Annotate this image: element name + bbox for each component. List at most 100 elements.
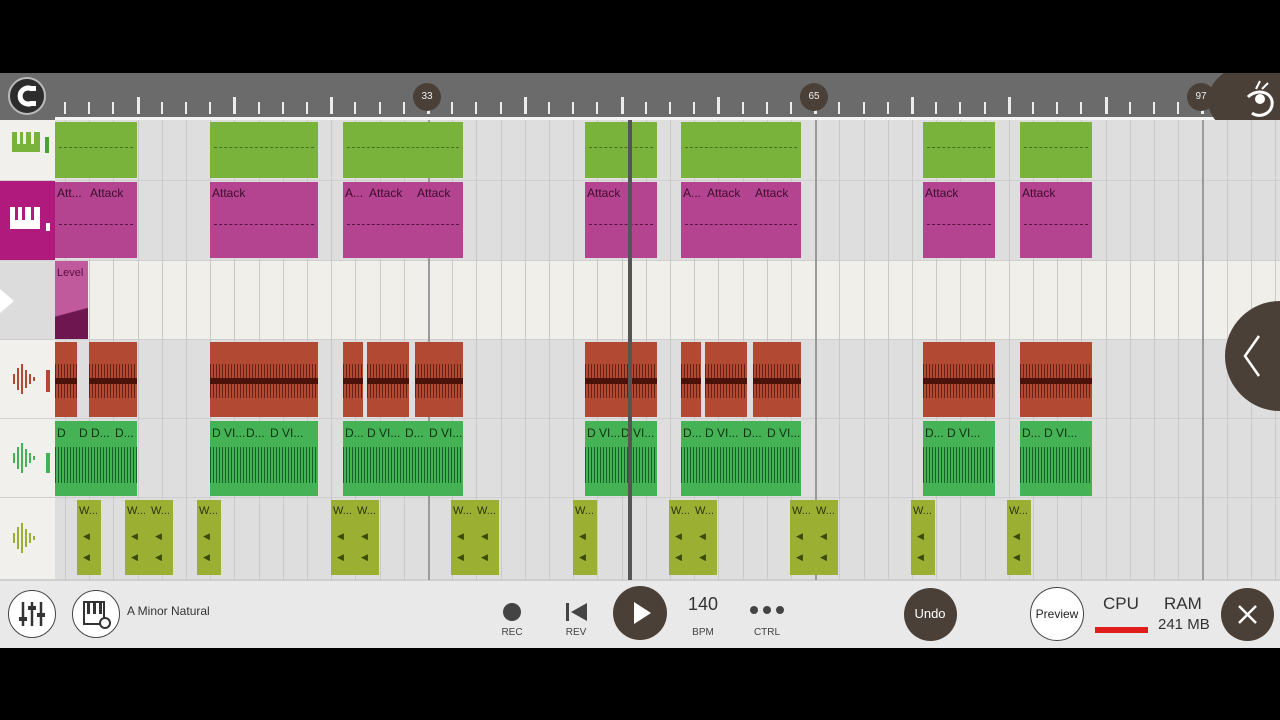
clip-label: D...	[91, 426, 110, 440]
undo-button[interactable]: Undo	[904, 588, 957, 641]
audio-clip[interactable]: W... ◀ ◀ ◀ W... ◀ ◀ ◀	[790, 500, 838, 575]
audio-clip[interactable]: D VI... D... D VI...	[210, 421, 318, 496]
audio-clip[interactable]: W... ◀ ◀ ◀ W... ◀ ◀ ◀	[331, 500, 379, 575]
pattern-clip[interactable]: A... Attack Attack	[681, 182, 801, 258]
audio-clip[interactable]	[681, 342, 701, 417]
audio-clip[interactable]: D... D VI...	[923, 421, 995, 496]
audio-clip[interactable]: W... ◀ ◀ ◀	[1007, 500, 1031, 575]
pattern-clip[interactable]	[210, 122, 318, 178]
ruler-tick	[523, 97, 527, 114]
audio-clip[interactable]: D D D... D...	[55, 421, 137, 496]
track-header-drums[interactable]	[0, 340, 55, 419]
audio-clip[interactable]: W... ◀ ◀ ◀	[197, 500, 221, 575]
audio-clip[interactable]: D... D VI... D... D VI...	[681, 421, 801, 496]
preview-button[interactable]: Preview	[1030, 587, 1084, 641]
pattern-clip[interactable]	[1020, 122, 1092, 178]
snap-magnet-button[interactable]	[8, 77, 46, 115]
ruler-tick	[1056, 102, 1059, 114]
clip-label: W...	[695, 505, 714, 517]
close-button[interactable]	[1221, 588, 1274, 641]
mixer-button[interactable]	[8, 590, 56, 638]
clip-label: Attack	[212, 186, 246, 200]
mixer-sliders-icon	[19, 602, 45, 626]
clip-label: D...	[246, 426, 265, 440]
clip-label: W...	[199, 505, 218, 517]
pattern-clip[interactable]: A... Attack Attack	[343, 182, 463, 258]
bar-marker-33[interactable]: 33	[413, 83, 441, 111]
track-header-automation[interactable]	[0, 261, 55, 340]
ruler-tick	[354, 102, 357, 114]
bar-marker-65[interactable]: 65	[800, 83, 828, 111]
slice-arrow-icon: ◀ ◀ ◀	[361, 531, 368, 575]
pattern-clip[interactable]	[55, 122, 137, 178]
clip-label: D VI...	[621, 426, 655, 440]
audio-clip[interactable]: W... ◀ ◀ ◀ W... ◀ ◀ ◀	[125, 500, 173, 575]
audio-clip[interactable]: W... ◀ ◀ ◀ W... ◀ ◀ ◀	[451, 500, 499, 575]
automation-clip-level[interactable]: Level	[55, 261, 88, 339]
audio-clip[interactable]	[1020, 342, 1092, 417]
audio-clip[interactable]: D... D VI... D... D VI...	[343, 421, 463, 496]
lane-sample[interactable]	[55, 498, 1280, 580]
clip-label: D VI...	[947, 426, 981, 440]
audio-clip[interactable]	[55, 342, 77, 417]
clip-label: W...	[333, 505, 352, 517]
pattern-clip[interactable]	[923, 122, 995, 178]
track-header-synth[interactable]	[0, 120, 55, 181]
clip-label: Attack	[417, 186, 451, 200]
pattern-clip[interactable]	[585, 122, 657, 178]
ruler-tick	[959, 102, 962, 114]
pattern-clip[interactable]: Att... Attack	[55, 182, 137, 258]
audio-clip[interactable]	[923, 342, 995, 417]
audio-clip[interactable]: W... ◀ ◀ ◀	[911, 500, 935, 575]
audio-clip[interactable]	[367, 342, 409, 417]
slice-arrow-icon: ◀ ◀ ◀	[203, 531, 210, 575]
audio-clip[interactable]: D VI... D VI...	[585, 421, 657, 496]
pattern-clip[interactable]: Attack	[1020, 182, 1092, 258]
audio-clip[interactable]	[210, 342, 318, 417]
timeline-ruler[interactable]: 33 65 97	[0, 73, 1280, 138]
audio-clip[interactable]: D... D VI...	[1020, 421, 1092, 496]
waveform-icon	[13, 443, 50, 473]
track-header-sample[interactable]	[0, 498, 55, 580]
grid-line	[1178, 120, 1180, 580]
audio-clip[interactable]: W... ◀ ◀ ◀	[77, 500, 101, 575]
clip-label: W...	[453, 505, 472, 517]
pattern-clip[interactable]	[343, 122, 463, 178]
audio-clip[interactable]	[705, 342, 747, 417]
play-button[interactable]	[613, 586, 667, 640]
ruler-tick	[185, 102, 187, 114]
clip-label: D	[57, 426, 66, 440]
ram-value: 241 MB	[1158, 616, 1210, 633]
pattern-clip[interactable]: Attack	[210, 182, 318, 258]
clip-label: Attack	[925, 186, 959, 200]
tempo-label: BPM	[692, 627, 714, 638]
cpu-meter	[1095, 627, 1148, 633]
lane-automation[interactable]	[55, 261, 1280, 340]
record-icon[interactable]	[503, 603, 521, 621]
playhead[interactable]	[628, 120, 632, 580]
audio-clip[interactable]	[585, 342, 657, 417]
clip-label: W...	[671, 505, 690, 517]
clip-label: W...	[913, 505, 932, 517]
arrangement-grid[interactable]: Att... Attack Attack A... Attack Attack …	[55, 120, 1280, 580]
rewind-icon[interactable]	[565, 601, 589, 623]
scale-settings-button[interactable]	[72, 590, 120, 638]
audio-clip[interactable]: W... ◀ ◀ ◀ W... ◀ ◀ ◀	[669, 500, 717, 575]
audio-clip[interactable]	[343, 342, 363, 417]
audio-clip[interactable]	[89, 342, 137, 417]
audio-clip[interactable]	[753, 342, 801, 417]
scale-name[interactable]: A Minor Natural	[127, 604, 210, 618]
audio-clip[interactable]: W... ◀ ◀ ◀	[573, 500, 597, 575]
pattern-clip[interactable]	[681, 122, 801, 178]
track-header-piano[interactable]	[0, 181, 55, 261]
pattern-clip[interactable]: Attack	[585, 182, 657, 258]
track-header-percussion[interactable]	[0, 419, 55, 498]
ruler-tick	[596, 102, 599, 114]
grid-line	[863, 120, 865, 580]
more-dots-icon[interactable]	[749, 605, 785, 615]
audio-clip[interactable]	[415, 342, 463, 417]
clip-label: D VI...	[429, 426, 463, 440]
clip-label: D	[79, 426, 88, 440]
tempo-value[interactable]: 140	[683, 594, 723, 615]
pattern-clip[interactable]: Attack	[923, 182, 995, 258]
